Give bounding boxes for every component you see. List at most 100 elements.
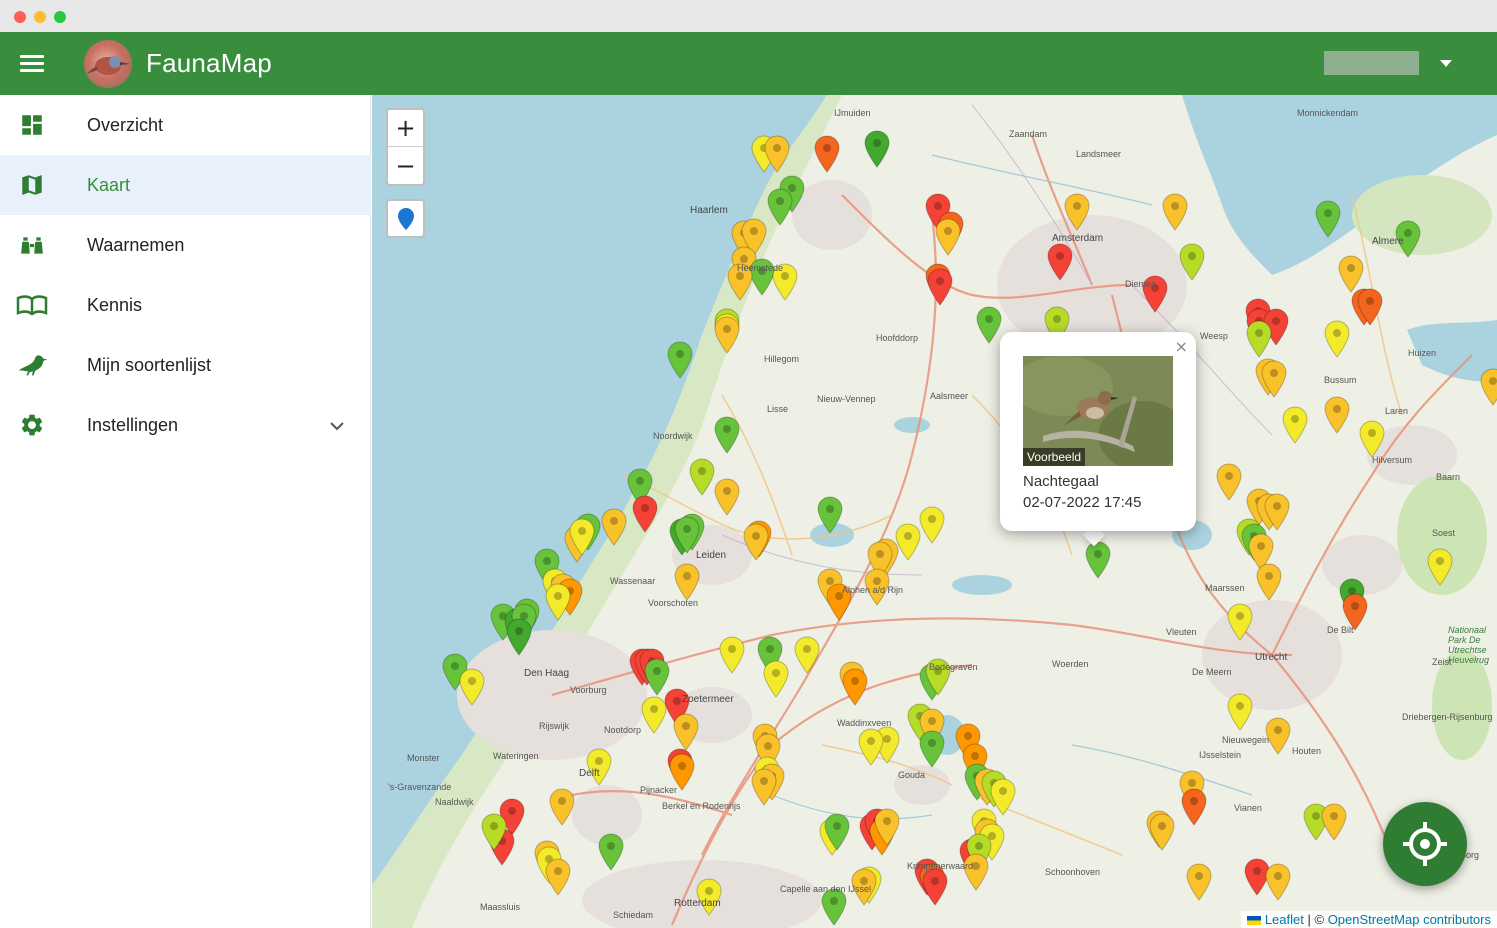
place-label: Houten: [1292, 746, 1322, 756]
observation-marker[interactable]: [1324, 320, 1350, 358]
observation-marker[interactable]: [895, 523, 921, 561]
observation-marker[interactable]: [763, 660, 789, 698]
observation-marker[interactable]: [1338, 255, 1364, 293]
observation-marker[interactable]: [549, 788, 575, 826]
place-label: Woerden: [1052, 659, 1089, 669]
place-label: Gouda: [898, 770, 926, 780]
observation-marker[interactable]: [821, 888, 847, 926]
observation-marker[interactable]: [644, 658, 670, 696]
observation-marker[interactable]: [990, 778, 1016, 816]
user-name-redacted[interactable]: [1324, 51, 1419, 75]
observation-marker[interactable]: [1186, 863, 1212, 901]
observation-marker[interactable]: [1216, 463, 1242, 501]
observation-marker[interactable]: [1149, 813, 1175, 851]
place-label: 's-Gravenzande: [388, 782, 452, 792]
zoom-in-button[interactable]: +: [388, 110, 423, 147]
window-close-button[interactable]: [14, 11, 26, 23]
observation-marker[interactable]: [1265, 717, 1291, 755]
observation-datetime: 02-07-2022 17:45: [1023, 494, 1142, 511]
place-label: Maarssen: [1205, 583, 1245, 593]
crosshair-icon: [1403, 822, 1447, 866]
observation-marker[interactable]: [1227, 693, 1253, 731]
place-label: Huizen: [1408, 348, 1437, 358]
user-menu-caret-icon[interactable]: [1440, 60, 1452, 67]
species-photo[interactable]: Voorbeeld: [1023, 356, 1173, 466]
observation-marker[interactable]: [598, 833, 624, 871]
observation-marker[interactable]: [674, 563, 700, 601]
observation-marker[interactable]: [1282, 406, 1308, 444]
observation-marker[interactable]: [1265, 863, 1291, 901]
observation-marker[interactable]: [1246, 320, 1272, 358]
observation-marker[interactable]: [919, 506, 945, 544]
place-label: Nationaal Park De Utrechtse Heuvelrug: [1448, 625, 1490, 665]
observation-marker[interactable]: [1480, 368, 1497, 406]
observation-marker[interactable]: [719, 636, 745, 674]
observation-marker[interactable]: [1256, 563, 1282, 601]
window-minimize-button[interactable]: [34, 11, 46, 23]
leaflet-link[interactable]: Leaflet: [1265, 912, 1304, 927]
observation-marker[interactable]: [545, 858, 571, 896]
observation-marker[interactable]: [1321, 803, 1347, 841]
observation-marker[interactable]: [586, 748, 612, 786]
sidebar-item-instellingen[interactable]: Instellingen: [0, 395, 371, 455]
place-label: Naaldwijk: [435, 797, 474, 807]
place-label: Weesp: [1200, 331, 1228, 341]
place-label: Soest: [1432, 528, 1456, 538]
my-location-button[interactable]: [1383, 802, 1467, 886]
observation-marker[interactable]: [1162, 193, 1188, 231]
sidebar-item-kaart[interactable]: Kaart: [0, 155, 371, 215]
place-label: Alphen a/d Rijn: [842, 585, 904, 595]
selected-observation-marker[interactable]: [1085, 541, 1111, 579]
sidebar-item-overzicht[interactable]: Overzicht: [0, 95, 371, 155]
add-observation-marker-button[interactable]: [386, 199, 425, 238]
observation-marker[interactable]: [814, 135, 840, 173]
sidebar-item-label: Instellingen: [87, 414, 179, 435]
zoom-out-button[interactable]: −: [388, 147, 423, 184]
binoculars-icon: [16, 229, 48, 261]
place-label: Noordwijk: [653, 431, 693, 441]
place-label: Wateringen: [493, 751, 539, 761]
observation-marker[interactable]: [1244, 858, 1270, 896]
place-label: Berkel en Rodenrijs: [662, 801, 741, 811]
sidebar-item-label: Kaart: [87, 174, 131, 195]
place-label: Leiden: [696, 550, 727, 561]
sidebar-item-soortenlijst[interactable]: Mijn soortenlijst: [0, 335, 371, 395]
app-bar: FaunaMap: [0, 32, 1497, 95]
sidebar-item-waarnemen[interactable]: Waarnemen: [0, 215, 371, 275]
observation-marker[interactable]: [794, 636, 820, 674]
observation-marker[interactable]: [673, 713, 699, 751]
sidebar-item-kennis[interactable]: Kennis: [0, 275, 371, 335]
observation-marker[interactable]: [919, 730, 945, 768]
place-label: Hoofddorp: [876, 333, 919, 343]
observation-marker[interactable]: [714, 416, 740, 454]
observation-marker[interactable]: [689, 458, 715, 496]
observation-marker[interactable]: [858, 728, 884, 766]
observation-marker[interactable]: [641, 696, 667, 734]
ukraine-flag-icon: [1246, 916, 1261, 925]
chevron-down-icon[interactable]: [330, 419, 344, 431]
window-titlebar: [0, 0, 1497, 32]
place-label: Vianen: [1234, 803, 1262, 813]
observation-marker[interactable]: [927, 268, 953, 306]
observation-marker[interactable]: [976, 306, 1002, 344]
zoom-control: + −: [386, 108, 425, 186]
place-label: Monster: [407, 753, 440, 763]
window-maximize-button[interactable]: [54, 11, 66, 23]
observation-marker[interactable]: [864, 130, 890, 168]
popup-close-button[interactable]: ×: [1175, 337, 1188, 356]
sidebar-item-label: Overzicht: [87, 114, 164, 135]
observation-marker[interactable]: [714, 478, 740, 516]
observation-marker[interactable]: [935, 218, 961, 256]
place-label: Vleuten: [1166, 627, 1197, 637]
map-tiles: [372, 95, 1497, 928]
observation-marker[interactable]: [963, 853, 989, 891]
observation-marker[interactable]: [922, 868, 948, 906]
place-label: Rijswijk: [539, 721, 569, 731]
observation-marker[interactable]: [842, 668, 868, 706]
place-label: Driebergen-Rijsenburg: [1402, 712, 1493, 722]
menu-icon[interactable]: [20, 52, 46, 74]
osm-link[interactable]: OpenStreetMap contributors: [1328, 912, 1491, 927]
observation-marker[interactable]: [1181, 788, 1207, 826]
map-view[interactable]: Haarlem Amsterdam IJmuiden Zaandam Almer…: [372, 95, 1497, 928]
observation-marker[interactable]: [1324, 396, 1350, 434]
